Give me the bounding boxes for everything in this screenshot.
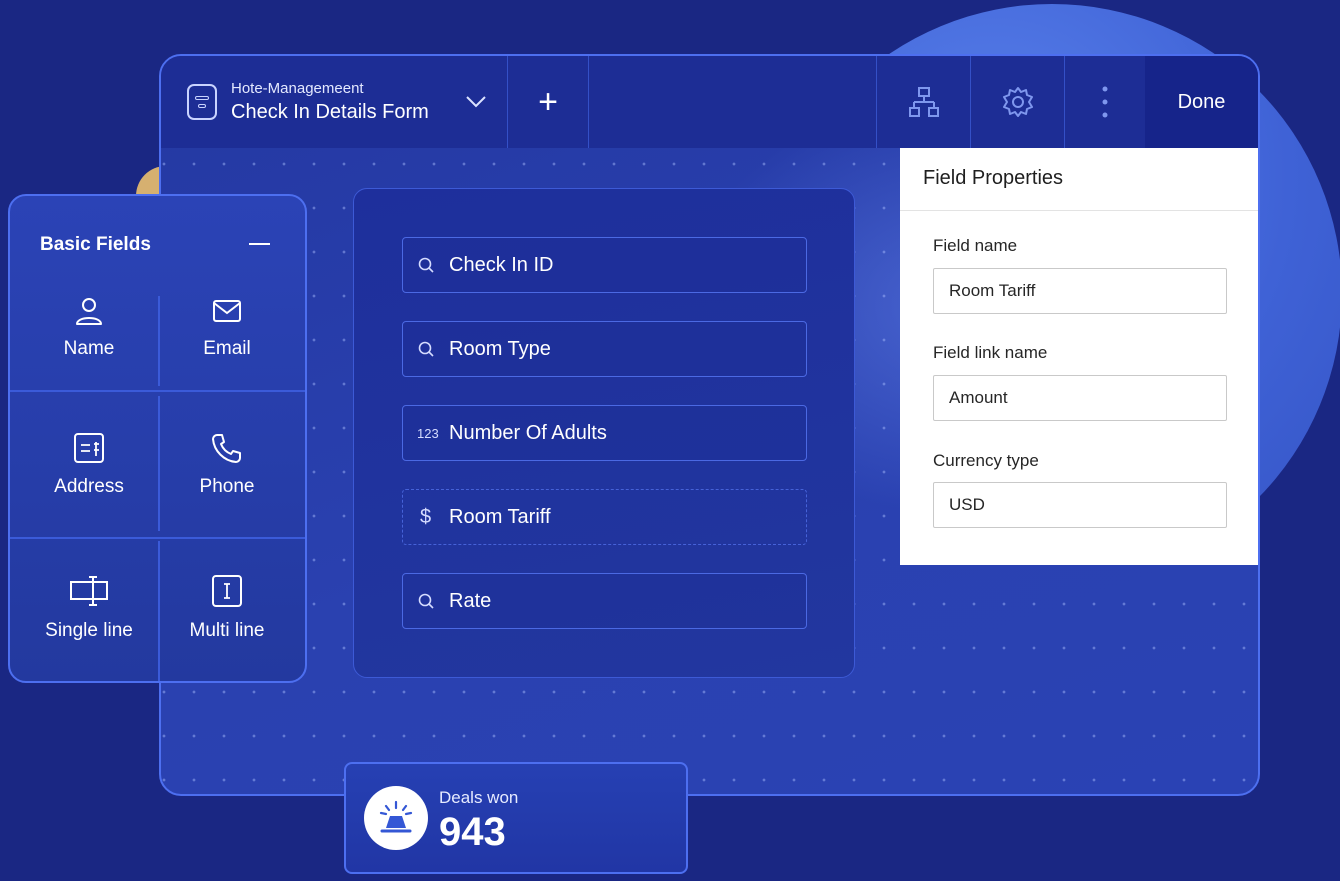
- basic-field-label: Multi line: [189, 620, 265, 641]
- basic-field-address[interactable]: Address: [10, 432, 168, 498]
- field-name-input[interactable]: Room Tariff: [933, 268, 1227, 314]
- field-label: Check In ID: [449, 253, 554, 276]
- basic-field-single-line[interactable]: Single line: [10, 574, 168, 642]
- deals-won-label: Deals won: [439, 788, 519, 807]
- add-form-button[interactable]: +: [508, 56, 589, 148]
- user-icon: [76, 298, 102, 325]
- form-field-rate[interactable]: Rate: [402, 573, 807, 629]
- form-field-number-of-adults[interactable]: 123 Number Of Adults: [402, 405, 807, 461]
- basic-field-label: Single line: [45, 620, 133, 641]
- builder-toolbar: Hote-Managemeent Check In Details Form +: [161, 56, 1258, 148]
- search-icon: [417, 256, 441, 274]
- field-label: Room Tariff: [449, 505, 551, 528]
- phone-icon: [212, 434, 241, 463]
- field-properties-panel: Field Properties Field name Room Tariff …: [900, 148, 1258, 565]
- plus-icon: +: [538, 82, 558, 121]
- done-button[interactable]: Done: [1145, 56, 1258, 148]
- basic-field-email[interactable]: Email: [160, 296, 294, 360]
- field-properties-title: Field Properties: [900, 148, 1258, 211]
- single-line-icon: [70, 576, 108, 606]
- basic-field-multi-line[interactable]: Multi line: [160, 574, 294, 642]
- divider: [10, 390, 305, 392]
- settings-button[interactable]: [971, 56, 1065, 148]
- field-link-name-input[interactable]: Amount: [933, 375, 1227, 421]
- form-selector-text: Hote-Managemeent Check In Details Form: [231, 80, 429, 124]
- search-icon: [417, 340, 441, 358]
- deals-won-card: Deals won 943: [344, 762, 688, 874]
- gear-icon: [1002, 87, 1033, 117]
- field-link-name-label: Field link name: [933, 343, 1048, 362]
- search-icon: [417, 592, 441, 610]
- more-vertical-icon: [1102, 86, 1108, 118]
- toolbar-spacer: [589, 56, 877, 148]
- dollar-icon: $: [420, 505, 432, 528]
- envelope-icon: [213, 300, 241, 322]
- basic-field-label: Email: [203, 338, 251, 359]
- form-icon: [187, 84, 217, 120]
- trophy-icon: [364, 786, 428, 850]
- basic-field-label: Phone: [199, 476, 255, 497]
- basic-field-name[interactable]: Name: [10, 296, 168, 360]
- field-label: Room Type: [449, 337, 551, 360]
- currency-type-label: Currency type: [933, 451, 1039, 470]
- form-selector[interactable]: Hote-Managemeent Check In Details Form: [161, 56, 508, 148]
- currency-type-select[interactable]: USD: [933, 482, 1227, 528]
- form-name: Check In Details Form: [231, 101, 429, 123]
- basic-field-label: Address: [54, 476, 124, 497]
- workflow-button[interactable]: [877, 56, 971, 148]
- field-name-label: Field name: [933, 236, 1018, 255]
- deals-won-value: 943: [439, 810, 506, 854]
- divider: [10, 537, 305, 539]
- field-label: Rate: [449, 589, 492, 612]
- app-name: Hote-Managemeent: [231, 80, 364, 97]
- form-canvas: Check In ID Room Type 123 Number Of Adul…: [353, 188, 855, 678]
- chevron-down-icon[interactable]: [465, 91, 487, 113]
- basic-field-label: Name: [63, 338, 115, 359]
- workflow-icon: [908, 87, 939, 117]
- form-field-room-type[interactable]: Room Type: [402, 321, 807, 377]
- field-label: Number Of Adults: [449, 421, 607, 444]
- basic-fields-panel: Basic Fields Name Email Address Phone Si…: [8, 194, 307, 683]
- multi-line-icon: [212, 575, 242, 607]
- form-field-check-in-id[interactable]: Check In ID: [402, 237, 807, 293]
- more-options-button[interactable]: [1065, 56, 1145, 148]
- basic-field-phone[interactable]: Phone: [160, 432, 294, 498]
- number-icon: 123: [417, 425, 439, 441]
- address-icon: [74, 433, 104, 463]
- minus-icon[interactable]: [249, 243, 270, 245]
- basic-fields-title: Basic Fields: [40, 234, 151, 255]
- form-field-room-tariff[interactable]: $ Room Tariff: [402, 489, 807, 545]
- form-builder-window: Hote-Managemeent Check In Details Form +: [159, 54, 1260, 796]
